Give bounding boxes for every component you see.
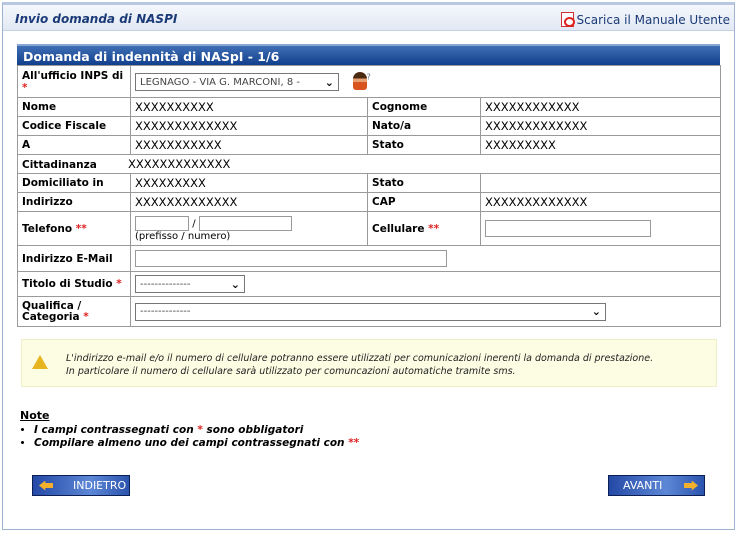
cittadinanza-label: Cittadinanza [22,159,97,171]
numero-input[interactable] [198,215,292,231]
stato2-label: Stato [367,173,481,193]
cognome-value: XXXXXXXXXXXX [479,97,722,117]
indirizzo-value: XXXXXXXXXXXXX [130,192,368,212]
stato2-value [479,173,722,193]
back-button[interactable]: INDIETRO [32,475,130,496]
cellulare-input[interactable] [485,220,651,237]
warning-icon [32,355,48,369]
qualifica-label: Qualifica / Categoria * [17,296,131,327]
notes-list: I campi contrassegnati con * sono obblig… [20,424,359,450]
form-title: Domanda di indennità di NASpI - 1/6 [17,44,720,65]
warning-line1: L'indirizzo e-mail e/o il numero di cell… [66,353,654,364]
cittadinanza-value: XXXXXXXXXXXXX [128,157,231,171]
prefisso-input[interactable] [135,215,189,231]
ufficio-label: All'ufficio INPS di * [17,65,131,98]
warning-line2: In particolare il numero di cellulare sa… [66,366,516,377]
stato-label: Stato [367,135,481,155]
manual-link-text[interactable]: Scarica il Manuale Utente [577,13,730,27]
page-title: Invio domanda di NASPI [15,12,178,26]
email-label: Indirizzo E-Mail [17,245,131,272]
slash: / [192,218,196,229]
domicilio-value: XXXXXXXXX [130,173,368,193]
notes-title: Note [20,409,50,422]
manual-download-link[interactable]: Scarica il Manuale Utente [560,12,730,27]
cognome-label: Cognome [367,97,481,117]
chevron-down-icon: ⌄ [591,305,601,318]
ufficio-select[interactable]: LEGNAGO - VIA G. MARCONI, 8 - ⌄ [135,73,339,91]
note-item: Compilare almeno uno dei campi contrasse… [34,437,359,450]
titolo-select[interactable]: -------------- ⌄ [135,275,245,293]
warning-box: L'indirizzo e-mail e/o il numero di cell… [21,339,717,387]
chevron-down-icon: ⌄ [324,75,334,89]
note-item: I campi contrassegnati con * sono obblig… [34,424,359,437]
telefono-hint: (prefisso / numero) [135,230,231,242]
cap-value: XXXXXXXXXXXXX [479,192,722,212]
cf-label: Codice Fiscale [17,116,131,136]
stato-value: XXXXXXXXX [479,135,722,155]
nato-value: XXXXXXXXXXXXX [479,116,722,136]
titolo-label: Titolo di Studio * [17,271,131,297]
email-input[interactable] [135,250,447,267]
qualifica-select[interactable]: -------------- ⌄ [135,302,606,321]
chevron-down-icon: ⌄ [230,277,240,291]
telefono-label: Telefono ** [17,211,131,246]
nome-label: Nome [17,97,131,117]
next-button[interactable]: AVANTI [608,475,705,496]
arrow-left-icon [39,480,53,491]
cellulare-label: Cellulare ** [367,211,481,246]
form-table: All'ufficio INPS di * LEGNAGO - VIA G. MA… [16,65,722,327]
cf-value: XXXXXXXXXXXXX [130,116,368,136]
help-user-icon[interactable] [352,72,367,90]
pdf-icon [560,12,575,27]
a-value: XXXXXXXXXXX [130,135,368,155]
nato-label: Nato/a [367,116,481,136]
indirizzo-label: Indirizzo [17,192,131,212]
domicilio-label: Domiciliato in [17,173,131,193]
arrow-right-icon [684,480,698,491]
cap-label: CAP [367,192,481,212]
a-label: A [17,135,131,155]
nome-value: XXXXXXXXXX [130,97,368,117]
